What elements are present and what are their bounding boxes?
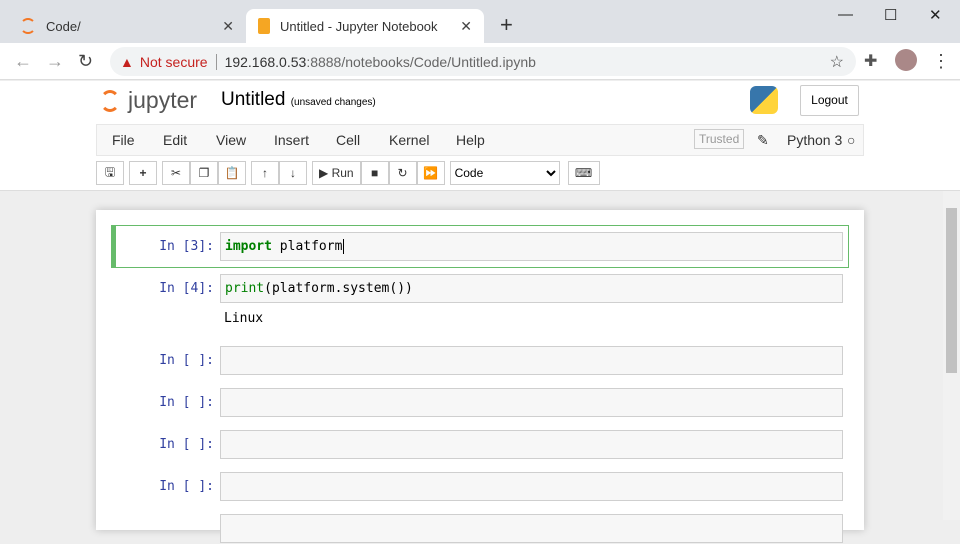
- stop-icon[interactable]: ■: [360, 161, 389, 185]
- tab-title: Code/: [46, 18, 81, 34]
- jupyter-logo-icon: [100, 89, 120, 112]
- avatar[interactable]: [895, 49, 917, 71]
- text-cursor: [343, 239, 345, 254]
- scrollbar-thumb[interactable]: [946, 208, 957, 373]
- fast-forward-icon[interactable]: ⏩: [416, 161, 445, 185]
- jupyter-header: jupyter Untitled (unsaved changes) Logou…: [0, 81, 960, 191]
- menu-cell[interactable]: Cell: [336, 132, 360, 148]
- code-text: (platform.system()): [264, 281, 413, 296]
- save-icon[interactable]: 🖫: [96, 161, 124, 185]
- kernel-status-icon: ○: [847, 132, 856, 148]
- cut-icon[interactable]: ✂: [162, 161, 190, 185]
- kernel-name[interactable]: Python 3: [787, 132, 842, 148]
- cell-input[interactable]: [220, 346, 843, 375]
- cell-output: Linux: [224, 311, 264, 326]
- extensions-icon[interactable]: ✚: [864, 51, 877, 71]
- code-cell-selected[interactable]: In [3]: import platform: [111, 225, 849, 268]
- move-down-icon[interactable]: ↓: [279, 161, 307, 185]
- code-cell[interactable]: In [ ]:: [111, 430, 849, 460]
- close-window-icon[interactable]: ✕: [929, 6, 942, 24]
- cell-input[interactable]: import platform: [220, 232, 843, 261]
- paste-icon[interactable]: 📋: [218, 161, 246, 185]
- cell-prompt: In [ ]:: [159, 479, 214, 494]
- cell-prompt: In [ ]:: [159, 437, 214, 452]
- cell-input[interactable]: [220, 388, 843, 417]
- minimize-icon[interactable]: —: [838, 6, 853, 23]
- cell-prompt: In [3]:: [159, 239, 214, 254]
- cell-prompt: In [4]:: [159, 281, 214, 296]
- trusted-badge[interactable]: Trusted: [694, 129, 745, 149]
- copy-icon[interactable]: ❐: [190, 161, 218, 185]
- logo-text: jupyter: [128, 87, 198, 113]
- url-path: :8888/notebooks/Code/Untitled.ipynb: [306, 53, 536, 70]
- cell-input[interactable]: [220, 430, 843, 459]
- menu-edit[interactable]: Edit: [163, 132, 187, 148]
- tab-bar: Code/✕ Untitled - Jupyter Notebook ✕ + — …: [0, 0, 960, 43]
- tab-code[interactable]: Code/ ✕: [8, 9, 246, 43]
- close-tab-icon[interactable]: ✕: [222, 18, 234, 35]
- cell-prompt: In [ ]:: [159, 353, 214, 368]
- back-icon[interactable]: ←: [14, 51, 32, 72]
- menu-bar: File Edit View Insert Cell Kernel Help T…: [96, 124, 864, 156]
- restart-icon[interactable]: ↻: [388, 161, 417, 185]
- url-input[interactable]: ▲ Not secure 192.168.0.53:8888/notebooks…: [110, 47, 856, 76]
- edit-pencil-icon[interactable]: ✎: [757, 132, 769, 149]
- keyboard-icon[interactable]: ⌨: [567, 161, 600, 185]
- cell-input[interactable]: [220, 472, 843, 501]
- title-text[interactable]: Untitled: [221, 89, 285, 110]
- add-cell-icon[interactable]: +: [129, 161, 157, 185]
- maximize-icon[interactable]: ☐: [884, 6, 897, 24]
- bookmark-star-icon[interactable]: ☆: [830, 52, 844, 72]
- code-builtin: print: [225, 281, 265, 296]
- menu-help[interactable]: Help: [456, 132, 485, 148]
- address-bar: ← → ↻ ▲ Not secure 192.168.0.53:8888/not…: [0, 43, 960, 80]
- jupyter-logo[interactable]: jupyter: [100, 87, 197, 114]
- code-keyword: import: [225, 239, 272, 254]
- cell-input[interactable]: print(platform.system()): [220, 274, 843, 303]
- code-cell[interactable]: In [ ]:: [111, 472, 849, 502]
- code-cell[interactable]: In [ ]:: [111, 388, 849, 418]
- menu-view[interactable]: View: [216, 132, 246, 148]
- code-cell[interactable]: In [4]: print(platform.system()) Linux: [111, 274, 849, 334]
- tab-title: Untitled - Jupyter Notebook: [280, 18, 438, 34]
- menu-kernel[interactable]: Kernel: [389, 132, 429, 148]
- run-label: Run: [331, 166, 354, 180]
- python-logo-icon: [750, 86, 778, 114]
- notebook-container: In [3]: import platform In [4]: print(pl…: [96, 210, 864, 543]
- code-text: platform: [271, 239, 343, 254]
- run-button[interactable]: ▶ Run: [312, 161, 361, 185]
- toolbar: 🖫 + ✂ ❐ 📋 ↑ ↓ ▶ Run ■ ↻ ⏩ Code ⌨: [96, 161, 600, 185]
- code-cell[interactable]: [111, 514, 849, 544]
- menu-dots-icon[interactable]: ⋮: [932, 51, 950, 72]
- warning-icon: ▲: [120, 53, 134, 70]
- cell-type-select[interactable]: Code: [449, 161, 560, 185]
- cell-input[interactable]: [220, 514, 843, 543]
- security-label[interactable]: Not secure: [140, 53, 217, 70]
- logout-button[interactable]: Logout: [800, 85, 859, 116]
- jupyter-favicon-icon: [20, 18, 36, 34]
- menu-insert[interactable]: Insert: [274, 132, 309, 148]
- url-host: 192.168.0.53: [224, 53, 307, 70]
- reload-icon[interactable]: ↻: [78, 51, 93, 72]
- notebook-title[interactable]: Untitled (unsaved changes): [221, 89, 376, 111]
- code-cell[interactable]: In [ ]:: [111, 346, 849, 376]
- tab-untitled[interactable]: Untitled - Jupyter Notebook ✕: [246, 9, 484, 43]
- new-tab-icon[interactable]: +: [500, 12, 513, 38]
- notebook-favicon-icon: [258, 18, 270, 34]
- forward-icon[interactable]: →: [46, 51, 64, 72]
- menu-file[interactable]: File: [112, 132, 135, 148]
- cell-prompt: In [ ]:: [159, 395, 214, 410]
- move-up-icon[interactable]: ↑: [251, 161, 279, 185]
- save-status: (unsaved changes): [290, 97, 376, 108]
- close-tab-icon[interactable]: ✕: [460, 18, 472, 35]
- scrollbar[interactable]: [943, 191, 960, 520]
